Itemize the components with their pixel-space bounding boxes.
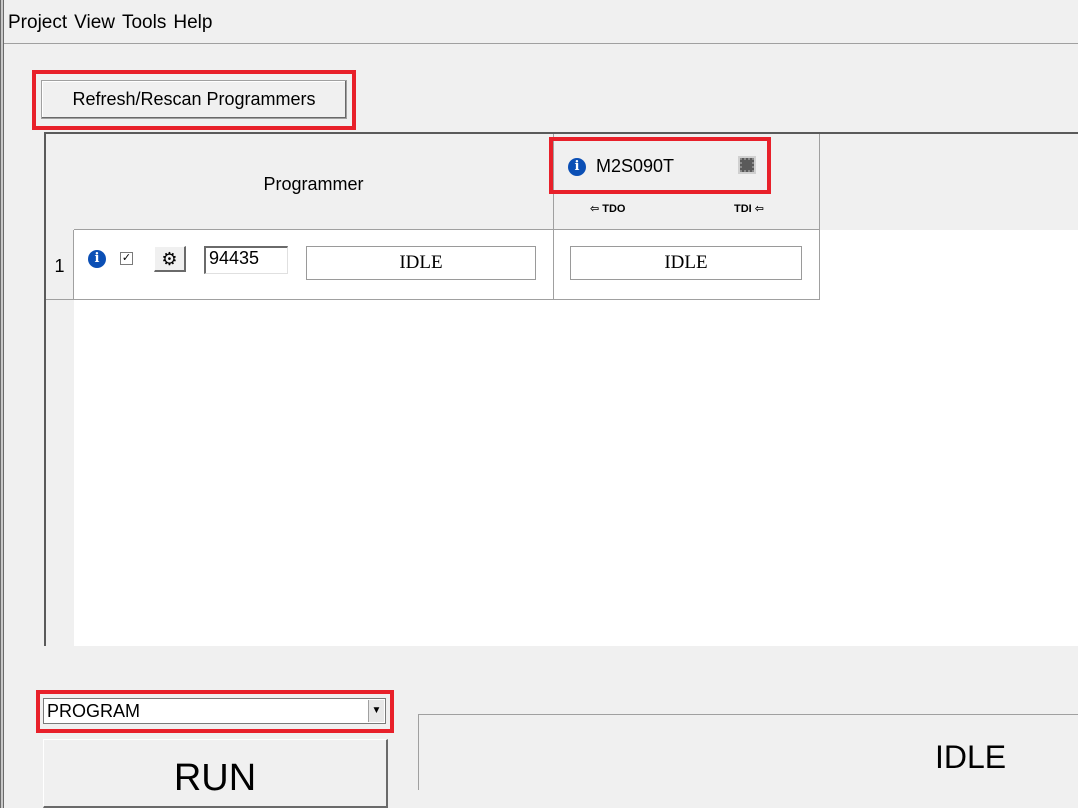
- programmer-info-icon[interactable]: i: [88, 250, 106, 268]
- menu-tools[interactable]: Tools: [122, 12, 166, 34]
- programmer-grid: Programmer i M2S090T ⇦ TDO TDI ⇦ 1 i ✓ ⚙…: [44, 132, 1078, 646]
- highlight-device: [549, 137, 771, 194]
- menubar: Project View Tools Help: [4, 0, 1078, 44]
- programmer-settings-button[interactable]: ⚙: [154, 246, 186, 272]
- run-button[interactable]: RUN: [43, 739, 388, 808]
- programmer-enable-checkbox[interactable]: ✓: [120, 252, 133, 265]
- row-number: 1: [46, 230, 74, 300]
- row-header-column: [44, 132, 74, 646]
- programmer-column-header: Programmer: [74, 134, 554, 230]
- menu-project[interactable]: Project: [8, 12, 67, 34]
- status-text: IDLE: [935, 739, 1007, 775]
- highlight-refresh: [32, 70, 356, 130]
- programmer-status-field: IDLE: [306, 246, 536, 280]
- tdi-label: TDI ⇦: [734, 203, 764, 215]
- app-window: Project View Tools Help Refresh/Rescan P…: [0, 0, 1078, 808]
- status-panel: IDLE: [418, 714, 1078, 790]
- tdo-label: ⇦ TDO: [590, 203, 626, 215]
- window-edge: [0, 0, 4, 808]
- programmer-cell: i ✓ ⚙ 94435 IDLE: [74, 230, 554, 300]
- programmer-serial-field[interactable]: 94435: [204, 246, 288, 274]
- highlight-action: [36, 690, 394, 733]
- programmer-header-label: Programmer: [263, 174, 364, 194]
- device-cell: IDLE: [554, 230, 820, 300]
- menu-help[interactable]: Help: [173, 12, 212, 34]
- menu-view[interactable]: View: [74, 12, 115, 34]
- device-status-field: IDLE: [570, 246, 802, 280]
